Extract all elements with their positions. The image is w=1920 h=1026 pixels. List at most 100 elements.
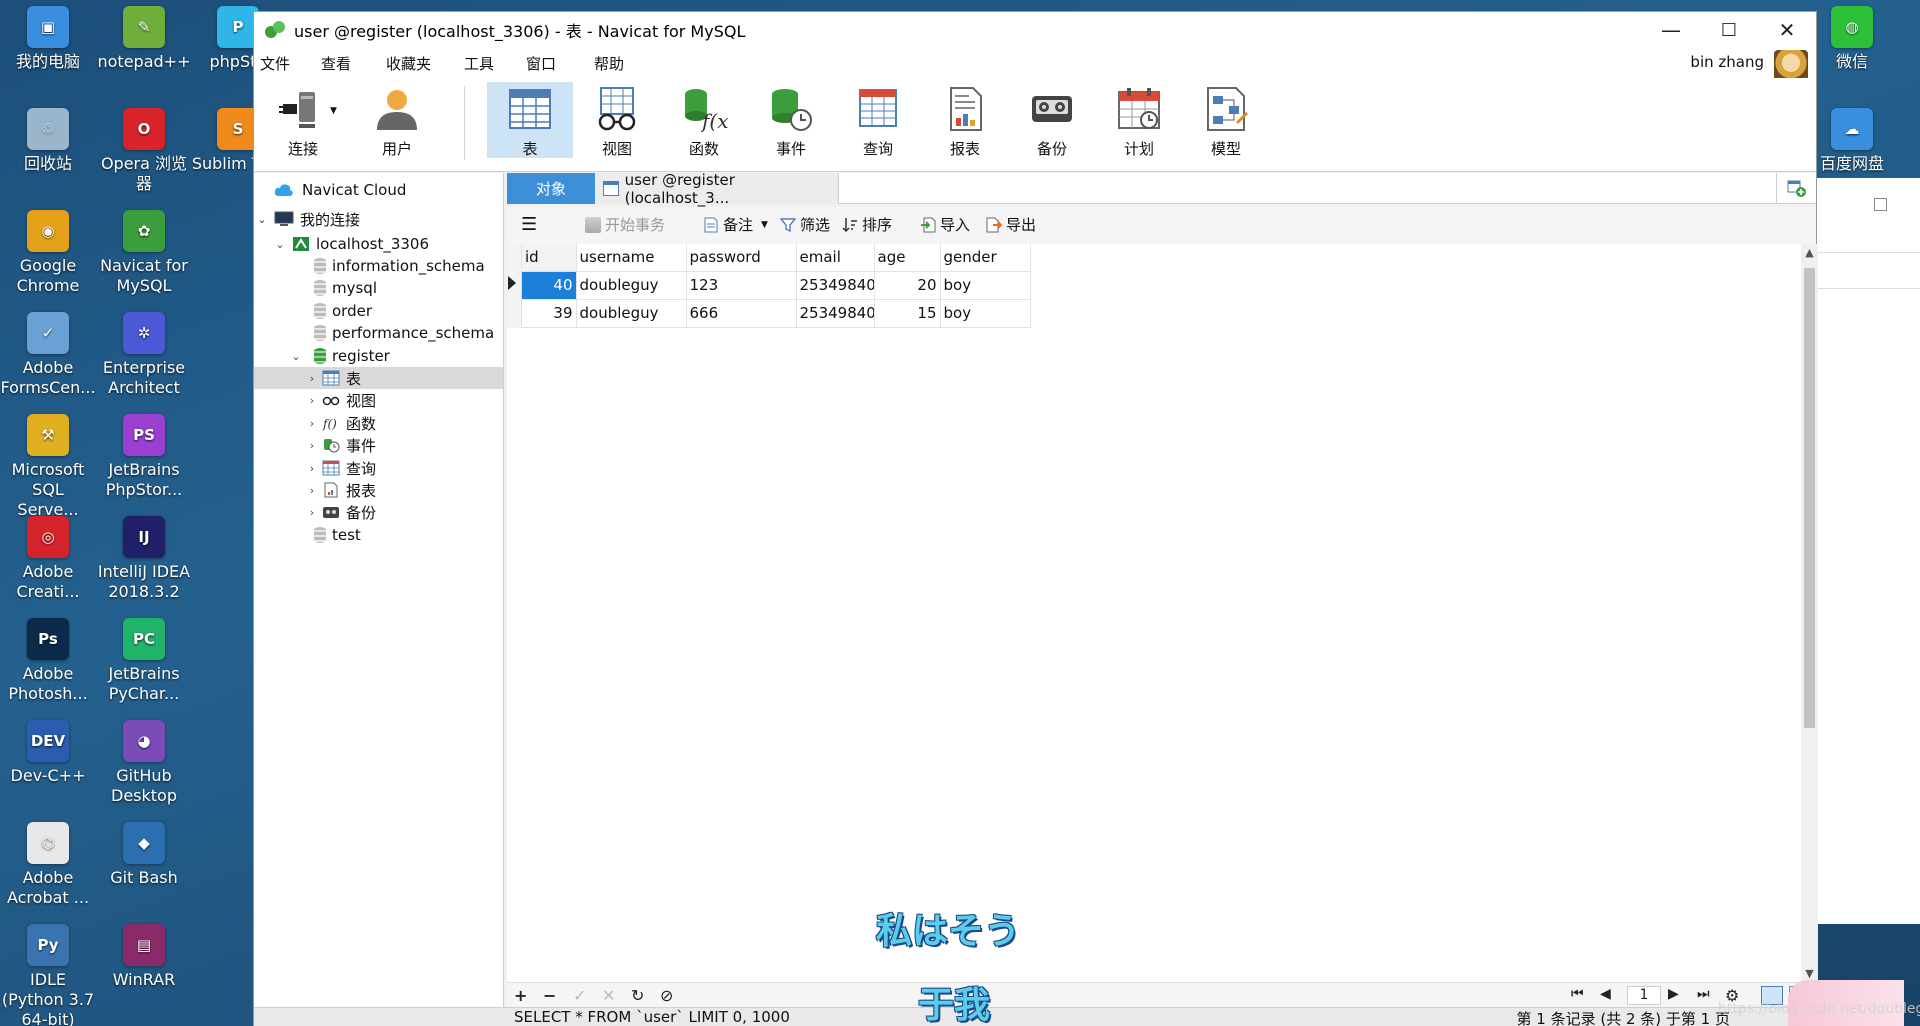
tree-item-backups[interactable]: › 备份	[306, 501, 503, 523]
desktop-icon[interactable]: PC JetBrains PyChar...	[96, 618, 192, 704]
ribbon-table-button[interactable]: 表	[487, 82, 573, 158]
ribbon-function-button[interactable]: f(x) 函数	[661, 82, 747, 158]
tree-item-reports[interactable]: › 报表	[306, 479, 503, 501]
scroll-up-arrow-icon[interactable]: ▲	[1801, 246, 1818, 259]
cell-gender[interactable]: boy	[940, 271, 1031, 300]
cell-password[interactable]: 666	[686, 299, 797, 328]
desktop-icon[interactable]: ✲ Enterprise Architect	[96, 312, 192, 398]
page-number-input[interactable]: 1	[1627, 986, 1661, 1005]
tree-connection-localhost[interactable]: ⌄ localhost_3306	[274, 233, 503, 255]
new-tab-button[interactable]	[1776, 173, 1816, 204]
chevron-down-icon[interactable]: ▼	[761, 220, 768, 230]
tab-table-user[interactable]: user @register (localhost_3...	[595, 171, 839, 207]
desktop-icon[interactable]: Py IDLE (Python 3.7 64-bit)	[0, 924, 96, 1026]
tree-item-events[interactable]: › 事件	[306, 434, 503, 456]
desktop-icon[interactable]: ✎ notepad++	[96, 6, 192, 72]
desktop-icon[interactable]: ◎ Adobe Creati...	[0, 516, 96, 602]
ribbon-query-button[interactable]: 查询	[835, 82, 921, 158]
next-page-icon[interactable]: ▶	[1668, 986, 1679, 1002]
delete-record-icon[interactable]: −	[543, 986, 556, 1005]
tree-navicat-cloud[interactable]: Navicat Cloud	[274, 179, 503, 201]
desktop-icon[interactable]: ☁ 百度网盘	[1804, 108, 1900, 174]
filter-button[interactable]: 筛选	[780, 214, 830, 235]
discard-changes-icon[interactable]: ✕	[602, 986, 615, 1005]
cell-id[interactable]: 40	[522, 271, 577, 300]
data-table[interactable]: id username password email age gender 40…	[522, 244, 1031, 328]
tree-db-performance-schema[interactable]: performance_schema	[314, 322, 503, 344]
ribbon-connect-button[interactable]: ▼ 连接	[260, 82, 346, 158]
desktop-icon[interactable]: ◆ Git Bash	[96, 822, 192, 888]
begin-transaction-button[interactable]: 开始事务	[585, 214, 665, 235]
column-header-age[interactable]: age	[874, 244, 941, 272]
close-button[interactable]: ✕	[1758, 12, 1816, 48]
column-header-username[interactable]: username	[576, 244, 687, 272]
ribbon-report-button[interactable]: 报表	[922, 82, 1008, 158]
desktop-icon[interactable]: ⚒ Microsoft SQL Serve...	[0, 414, 96, 520]
data-grid[interactable]: id username password email age gender 40…	[507, 244, 1801, 982]
ribbon-view-button[interactable]: 视图	[574, 82, 660, 158]
menu-window[interactable]: 窗口	[526, 53, 556, 74]
column-header-email[interactable]: email	[796, 244, 875, 272]
desktop-icon[interactable]: DEV Dev-C++	[0, 720, 96, 786]
tree-db-information-schema[interactable]: information_schema	[314, 255, 503, 277]
desktop-icon[interactable]: ◕ GitHub Desktop	[96, 720, 192, 806]
previous-page-icon[interactable]: ◀	[1600, 986, 1611, 1002]
tree-db-test[interactable]: test	[314, 524, 503, 546]
hamburger-menu-icon[interactable]: ☰	[521, 214, 537, 235]
column-header-gender[interactable]: gender	[940, 244, 1031, 272]
cell-username[interactable]: doubleguy	[576, 271, 687, 300]
stop-icon[interactable]: ⊘	[660, 986, 673, 1005]
ribbon-user-button[interactable]: 用户	[354, 82, 440, 158]
desktop-icon[interactable]: ◉ Google Chrome	[0, 210, 96, 296]
table-row[interactable]: 39 doubleguy 666 253498400 15 boy	[522, 299, 1031, 328]
ribbon-backup-button[interactable]: 备份	[1009, 82, 1095, 158]
tab-objects[interactable]: 对象	[507, 173, 595, 204]
apply-changes-icon[interactable]: ✓	[573, 986, 586, 1005]
sort-button[interactable]: 排序	[842, 214, 892, 235]
cell-gender[interactable]: boy	[940, 299, 1031, 328]
chevron-right-icon[interactable]: ›	[306, 372, 318, 385]
menu-tools[interactable]: 工具	[464, 53, 494, 74]
scroll-down-arrow-icon[interactable]: ▼	[1801, 967, 1818, 980]
chevron-right-icon[interactable]: ›	[306, 462, 318, 475]
import-button[interactable]: 导入	[920, 214, 970, 235]
column-header-password[interactable]: password	[686, 244, 797, 272]
tree-item-views[interactable]: › 视图	[306, 389, 503, 411]
cell-age[interactable]: 20	[874, 271, 941, 300]
ribbon-model-button[interactable]: 模型	[1183, 82, 1269, 158]
cell-id[interactable]: 39	[522, 299, 577, 328]
menu-view[interactable]: 查看	[321, 53, 351, 74]
desktop-icon[interactable]: ▤ WinRAR	[96, 924, 192, 990]
refresh-icon[interactable]: ↻	[631, 986, 644, 1005]
desktop-icon[interactable]: IJ IntelliJ IDEA 2018.3.2	[96, 516, 192, 602]
desktop-icon[interactable]: ▣ 我的电脑	[0, 6, 96, 72]
maximize-button[interactable]: ☐	[1700, 12, 1758, 48]
ribbon-schedule-button[interactable]: 计划	[1096, 82, 1182, 158]
cell-password[interactable]: 123	[686, 271, 797, 300]
column-header-id[interactable]: id	[522, 244, 577, 272]
tree-item-tables[interactable]: › 表	[254, 367, 503, 389]
user-name[interactable]: bin zhang	[1690, 53, 1764, 71]
menu-favorites[interactable]: 收藏夹	[386, 53, 431, 74]
last-page-icon[interactable]: ⏭	[1697, 986, 1710, 1002]
cell-age[interactable]: 15	[874, 299, 941, 328]
tree-db-register[interactable]: ⌄ register	[290, 345, 503, 367]
chevron-right-icon[interactable]: ›	[306, 439, 318, 452]
chevron-down-icon[interactable]: ⌄	[274, 238, 286, 251]
chevron-right-icon[interactable]: ›	[306, 394, 318, 407]
table-row[interactable]: 40 doubleguy 123 253498400 20 boy	[522, 271, 1031, 300]
cell-email[interactable]: 253498400	[796, 299, 875, 328]
scrollbar-thumb[interactable]	[1804, 268, 1815, 728]
desktop-icon[interactable]: Ps Adobe Photosh...	[0, 618, 96, 704]
desktop-icon[interactable]: ♲ 回收站	[0, 108, 96, 174]
export-button[interactable]: 导出	[986, 214, 1036, 235]
tree-my-connections[interactable]: ⌄ 我的连接	[256, 208, 503, 230]
menu-help[interactable]: 帮助	[594, 53, 624, 74]
ribbon-event-button[interactable]: 事件	[748, 82, 834, 158]
vertical-scrollbar[interactable]: ▲ ▼	[1801, 244, 1818, 982]
tree-db-mysql[interactable]: mysql	[314, 277, 503, 299]
cell-username[interactable]: doubleguy	[576, 299, 687, 328]
chevron-down-icon[interactable]: ⌄	[290, 350, 302, 363]
chevron-right-icon[interactable]: ›	[306, 506, 318, 519]
add-record-icon[interactable]: +	[514, 986, 527, 1005]
